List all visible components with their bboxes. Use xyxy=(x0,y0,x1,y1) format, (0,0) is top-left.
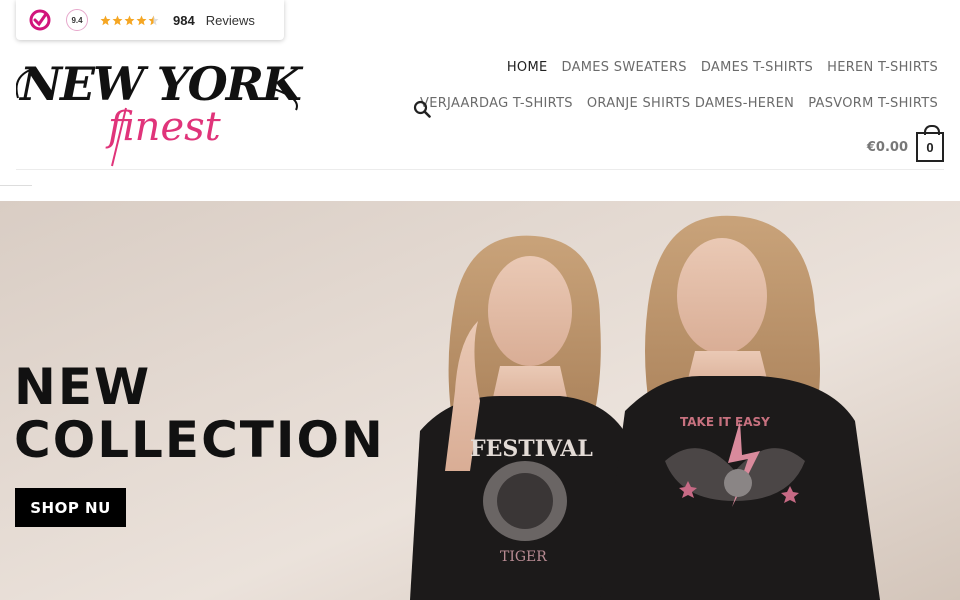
hero-title-line2: COLLECTION xyxy=(14,411,385,469)
main-nav-row2: VERJAARDAG T-SHIRTS ORANJE SHIRTS DAMES-… xyxy=(420,96,938,111)
star-icon xyxy=(100,15,111,25)
shop-now-button[interactable]: SHOP NU xyxy=(15,488,126,527)
review-label: Reviews xyxy=(205,12,255,28)
small-divider xyxy=(0,185,32,186)
star-icon xyxy=(112,15,123,25)
nav-dames-tshirts[interactable]: DAMES T-SHIRTS xyxy=(701,60,813,75)
rating-stars xyxy=(100,15,159,26)
review-count: 984 xyxy=(173,12,195,28)
star-icon xyxy=(136,15,147,25)
nav-oranje-shirts[interactable]: ORANJE SHIRTS DAMES-HEREN xyxy=(587,96,794,111)
hero-banner: FESTIVAL TIGER TAKE IT EASY NEW COLLECTI… xyxy=(0,201,960,600)
shopping-bag-icon[interactable]: 0 xyxy=(916,125,944,162)
nav-dames-sweaters[interactable]: DAMES SWEATERS xyxy=(562,60,687,75)
star-icon xyxy=(124,15,135,25)
nav-pasvorm-tshirts[interactable]: PASVORM T-SHIRTS xyxy=(808,96,938,111)
nav-home[interactable]: HOME xyxy=(507,60,548,75)
header-divider xyxy=(16,169,944,170)
nav-verjaardag-tshirts[interactable]: VERJAARDAG T-SHIRTS xyxy=(420,96,573,111)
kiyoh-logo-icon xyxy=(28,8,52,32)
shirt-left-text: FESTIVAL xyxy=(470,436,593,462)
review-score: 9.4 xyxy=(66,9,88,31)
hero-title-line1: NEW xyxy=(14,358,152,416)
logo-line2: finest xyxy=(105,104,222,150)
main-nav-row1: HOME DAMES SWEATERS DAMES T-SHIRTS HEREN… xyxy=(507,60,938,75)
shirt-left-sub: TIGER xyxy=(500,549,547,565)
cart-count: 0 xyxy=(926,139,934,155)
cart[interactable]: €0.00 0 xyxy=(867,125,944,162)
search-icon[interactable] xyxy=(413,100,431,118)
cart-total[interactable]: €0.00 xyxy=(867,140,908,155)
site-logo[interactable]: NEW YORK finest xyxy=(15,48,306,168)
hero-title: NEW COLLECTION xyxy=(14,361,385,467)
half-star-icon xyxy=(148,15,159,25)
shirt-right-text: TAKE IT EASY xyxy=(680,415,770,429)
logo-line1: NEW YORK xyxy=(18,57,304,111)
nav-heren-tshirts[interactable]: HEREN T-SHIRTS xyxy=(827,60,938,75)
review-badge[interactable]: 9.4 984 Reviews xyxy=(16,0,284,40)
